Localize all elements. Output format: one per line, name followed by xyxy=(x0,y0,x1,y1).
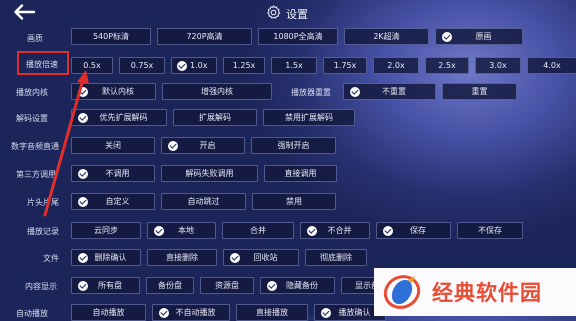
watermark: 经典软件园 xyxy=(374,268,576,316)
watermark-text: 经典软件园 xyxy=(432,281,542,305)
watermark-logo-icon xyxy=(383,275,421,309)
